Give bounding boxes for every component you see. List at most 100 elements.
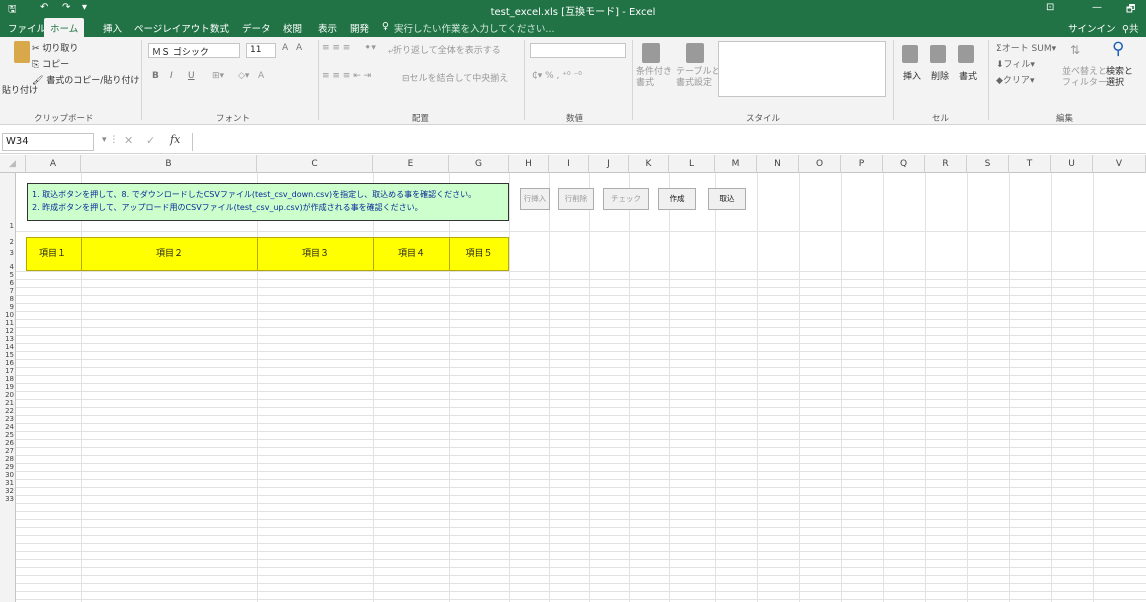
autosum-button[interactable]: Σオート SUM▾: [996, 41, 1056, 54]
column-header[interactable]: L: [669, 155, 715, 173]
insert-cells-button[interactable]: 挿入: [903, 69, 921, 82]
tab-home[interactable]: ホーム: [44, 18, 85, 37]
align-center-icons[interactable]: ≡ ≡ ≡ ⇤ ⇥: [322, 71, 371, 81]
format-cells-button[interactable]: 書式: [959, 69, 977, 82]
format-table-icon[interactable]: [686, 43, 704, 63]
format-painter-button[interactable]: 🖌 書式のコピー/貼り付け: [32, 73, 139, 86]
number-format-select[interactable]: [530, 43, 626, 58]
search-icon[interactable]: ⚲: [1112, 39, 1124, 59]
row-header[interactable]: 24: [0, 424, 15, 431]
tab-insert[interactable]: 挿入: [103, 21, 122, 35]
import-button[interactable]: 取込: [708, 188, 746, 210]
column-header[interactable]: B: [81, 155, 257, 173]
tab-page-layout[interactable]: ページレイアウト: [134, 21, 210, 35]
bold-button[interactable]: B: [152, 71, 159, 81]
shrink-font-button[interactable]: A: [296, 43, 302, 53]
name-box-dropdown-icon[interactable]: ▾ ⋮: [102, 135, 118, 145]
name-box[interactable]: W34: [2, 133, 94, 151]
paste-icon[interactable]: [14, 41, 30, 63]
row-delete-button[interactable]: 行削除: [558, 188, 594, 210]
row-header[interactable]: 14: [0, 344, 15, 351]
select-all-corner[interactable]: ◢: [0, 155, 26, 173]
number-format-icons[interactable]: ₵▾ % , ⁺⁰ ⁻⁰: [532, 71, 582, 81]
cancel-icon[interactable]: ✕: [124, 134, 133, 147]
tab-file[interactable]: ファイル: [8, 21, 46, 35]
restore-icon[interactable]: 🗗: [1126, 2, 1135, 19]
row-header[interactable]: 5: [0, 272, 15, 279]
row-header[interactable]: 30: [0, 472, 15, 479]
row-header[interactable]: 28: [0, 456, 15, 463]
row-header[interactable]: 27: [0, 448, 15, 455]
enter-icon[interactable]: ✓: [146, 134, 155, 147]
cut-button[interactable]: ✂ 切り取り: [32, 41, 78, 54]
row-header[interactable]: 21: [0, 400, 15, 407]
copy-button[interactable]: ⎘ コピー: [32, 57, 69, 70]
clear-button[interactable]: ◆クリア▾: [996, 73, 1034, 86]
format-cells-icon[interactable]: [958, 45, 974, 63]
column-header[interactable]: V: [1093, 155, 1146, 173]
row-header[interactable]: 29: [0, 464, 15, 471]
grow-font-button[interactable]: A: [282, 43, 288, 53]
row-header[interactable]: 19: [0, 384, 15, 391]
column-header[interactable]: A: [26, 155, 81, 173]
column-header[interactable]: E: [373, 155, 449, 173]
column-header[interactable]: G: [449, 155, 509, 173]
row-header[interactable]: 23: [0, 416, 15, 423]
font-name-select[interactable]: ＭＳ ゴシック: [148, 43, 240, 58]
row-insert-button[interactable]: 行挿入: [520, 188, 550, 210]
share-button[interactable]: ⚲共: [1122, 21, 1138, 35]
delete-cells-icon[interactable]: [930, 45, 946, 63]
row-header[interactable]: 33: [0, 496, 15, 503]
column-header[interactable]: J: [589, 155, 629, 173]
row-header[interactable]: 2: [0, 239, 15, 246]
header-cell-item3[interactable]: 項目３: [257, 237, 374, 271]
tab-developer[interactable]: 開発: [350, 21, 369, 35]
sort-filter-icon[interactable]: ⇅: [1070, 43, 1080, 57]
signin-link[interactable]: サインイン: [1068, 21, 1116, 35]
tab-formulas[interactable]: 数式: [210, 21, 229, 35]
merge-center-button[interactable]: ⊟セルを結合して中央揃え: [402, 71, 508, 84]
conditional-format-icon[interactable]: [642, 43, 660, 63]
tab-data[interactable]: データ: [242, 21, 271, 35]
row-header[interactable]: 4: [0, 264, 15, 271]
delete-cells-button[interactable]: 削除: [931, 69, 949, 82]
column-header[interactable]: K: [629, 155, 669, 173]
find-select-button[interactable]: 検索と 選択: [1106, 67, 1133, 89]
align-top-icons[interactable]: ≡ ≡ ≡: [322, 43, 350, 53]
row-header[interactable]: 31: [0, 480, 15, 487]
row-header[interactable]: 3: [0, 250, 15, 257]
column-header[interactable]: R: [925, 155, 967, 173]
column-header[interactable]: T: [1009, 155, 1051, 173]
row-header[interactable]: 17: [0, 368, 15, 375]
column-header[interactable]: H: [509, 155, 549, 173]
ribbon-display-icon[interactable]: ⊡: [1046, 2, 1054, 13]
conditional-format-button[interactable]: 条件付き 書式: [636, 67, 672, 89]
header-cell-item1[interactable]: 項目１: [26, 237, 82, 271]
row-header[interactable]: 25: [0, 432, 15, 439]
column-header[interactable]: I: [549, 155, 589, 173]
orientation-icon[interactable]: ꔹ▾: [364, 43, 376, 53]
italic-button[interactable]: I: [170, 71, 173, 81]
row-header[interactable]: 26: [0, 440, 15, 447]
header-cell-item4[interactable]: 項目４: [373, 237, 450, 271]
font-size-select[interactable]: 11: [246, 43, 276, 58]
row-header[interactable]: 1: [0, 223, 15, 230]
row-header[interactable]: 22: [0, 408, 15, 415]
row-header[interactable]: 18: [0, 376, 15, 383]
row-header[interactable]: 10: [0, 312, 15, 319]
fill-color-icon[interactable]: ◇▾: [238, 71, 249, 81]
create-button[interactable]: 作成: [658, 188, 696, 210]
row-header[interactable]: 16: [0, 360, 15, 367]
border-icon[interactable]: ⊞▾: [212, 71, 224, 81]
row-header[interactable]: 20: [0, 392, 15, 399]
column-header[interactable]: U: [1051, 155, 1093, 173]
row-header[interactable]: 32: [0, 488, 15, 495]
worksheet-grid[interactable]: ◢ A B C E G H I J K L M N O P Q R S T U …: [0, 155, 1146, 602]
header-cell-item2[interactable]: 項目２: [81, 237, 258, 271]
insert-cells-icon[interactable]: [902, 45, 918, 63]
wrap-text-button[interactable]: ⤶折り返して全体を表示する: [388, 43, 501, 56]
row-header[interactable]: 6: [0, 280, 15, 287]
insert-function-icon[interactable]: fx: [170, 133, 180, 146]
font-color-button[interactable]: A: [258, 71, 264, 81]
tab-review[interactable]: 校閲: [283, 21, 302, 35]
